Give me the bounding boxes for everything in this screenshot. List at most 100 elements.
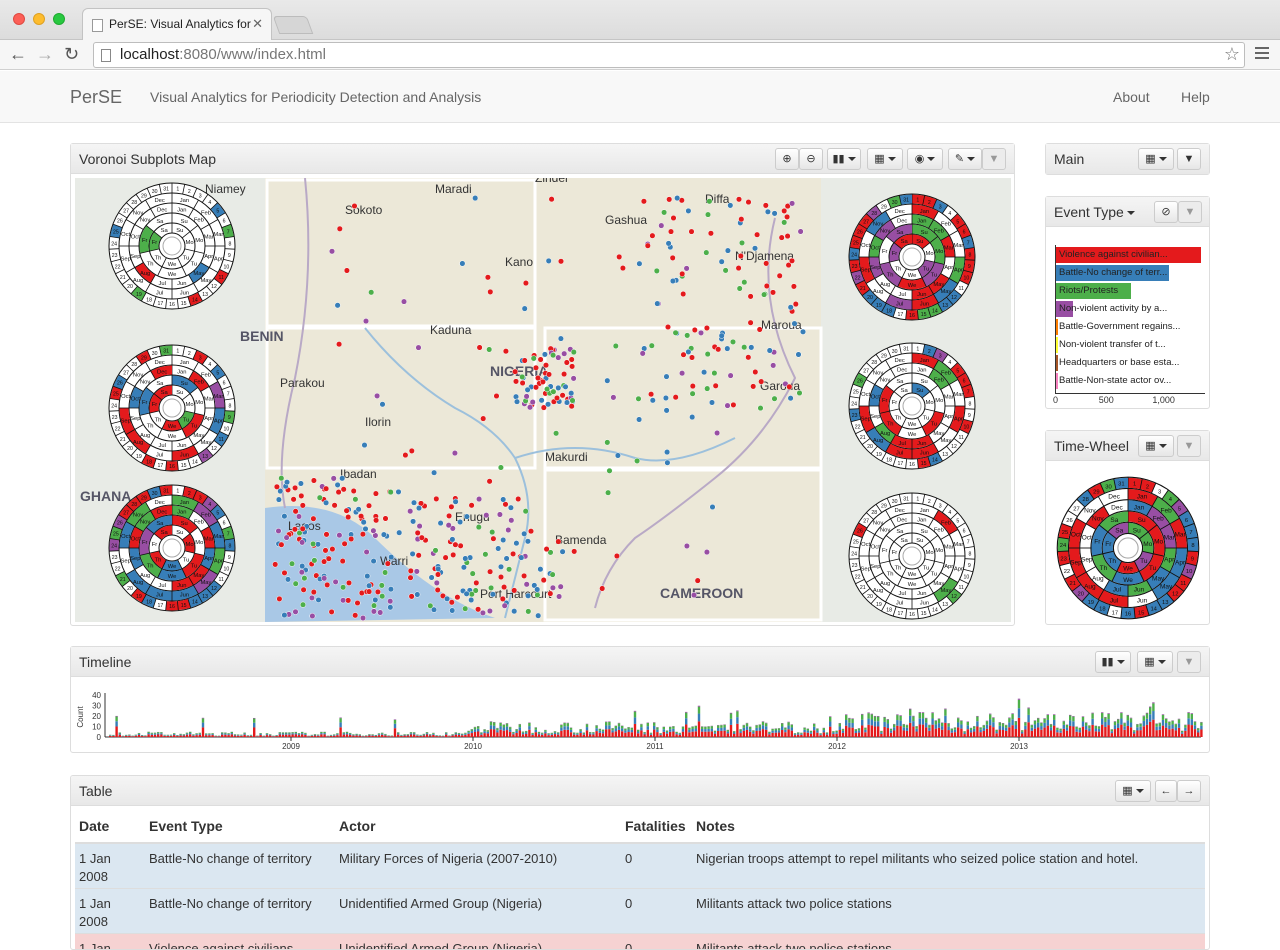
wheel-label: 15 (181, 463, 187, 469)
event-type-filter-button[interactable]: ▼ (1178, 201, 1202, 223)
timeline-bar (1095, 728, 1097, 731)
event-dot (461, 565, 467, 571)
address-bar[interactable]: localhost:8080/www/index.html ☆ (93, 42, 1245, 68)
event-type-label[interactable]: Non-violent activity by a... (1059, 303, 1167, 314)
timeline-bar (704, 729, 706, 732)
event-type-label[interactable]: Riots/Protests (1059, 285, 1118, 296)
timewheel-calendar-button[interactable]: ▦ (1138, 435, 1174, 457)
event-type-bar[interactable] (1056, 337, 1058, 353)
table-row[interactable]: 1 Jan Violence against civilians Unident… (75, 934, 1205, 950)
wheel-divider (225, 249, 235, 250)
timeline-bar (675, 732, 677, 733)
event-dot (725, 346, 731, 352)
main-filter-button[interactable]: ▼ (1177, 148, 1201, 170)
voronoi-map[interactable]: MaradiZinderDiffaSokotoGashuaKanoN'Djame… (75, 178, 1011, 622)
event-type-bar-chart[interactable]: Violence against civilian... Battle-No ch… (1046, 227, 1209, 407)
timeline-filter-button[interactable]: ▼ (1177, 651, 1201, 673)
timeline-bar (640, 724, 642, 727)
event-dot (641, 199, 647, 205)
timeline-bar (240, 736, 242, 737)
timeline-chart[interactable]: 403020100Count20092010201120122013 (73, 679, 1209, 751)
timeline-bar (179, 735, 181, 737)
forward-icon[interactable]: → (36, 44, 54, 64)
reload-icon[interactable]: ↻ (64, 44, 79, 64)
map-time-wheel[interactable]: SuMoTuWeThFrSaSuMoTuWeThFrSaJanFebMarApr… (107, 181, 237, 311)
clear-filter-button[interactable]: ⊘ (1154, 201, 1178, 223)
timeline-bar (259, 733, 261, 734)
table-row[interactable]: 1 Jan 2008 Battle-No change of territory… (75, 889, 1205, 934)
timewheel-filter-button[interactable]: ▼ (1177, 435, 1201, 457)
event-dot (725, 403, 731, 409)
timeline-bar (1133, 730, 1135, 732)
timeline-chart-button[interactable]: ▮▮ (1095, 651, 1131, 673)
col-notes[interactable]: Notes (692, 812, 1205, 843)
event-dot (551, 389, 557, 395)
back-icon[interactable]: ← (9, 44, 27, 64)
event-type-bar[interactable] (1056, 373, 1058, 389)
timeline-bar (1018, 699, 1020, 700)
timeline-bar (823, 728, 825, 730)
timeline-bar (135, 735, 137, 736)
previous-page-button[interactable]: ← (1155, 780, 1177, 802)
timeline-bar (1159, 723, 1161, 726)
timeline-bar (851, 719, 853, 723)
zoom-in-button[interactable]: ⊕ (775, 148, 799, 170)
wheel-label: 29 (881, 503, 887, 509)
event-dot (671, 215, 677, 221)
calendar-options-button[interactable]: ▦ (867, 148, 903, 170)
wheel-label: 30 (892, 499, 898, 505)
draw-options-button[interactable]: ✎ (948, 148, 982, 170)
browser-tab[interactable]: PerSE: Visual Analytics for ✕ (82, 8, 272, 40)
map-time-wheel[interactable]: SuMoTuWeThFrSaSuMoTuWeThFrSaJanFebMarApr… (107, 343, 237, 473)
table-row[interactable]: 1 Jan 2008 Battle-No change of territory… (75, 843, 1205, 889)
main-calendar-button[interactable]: ▦ (1138, 148, 1174, 170)
event-type-label[interactable]: Battle-Government regains... (1059, 321, 1180, 332)
event-type-bar[interactable] (1056, 319, 1058, 335)
table-calendar-button[interactable]: ▦ (1115, 780, 1151, 802)
timeline-bar (570, 730, 572, 732)
event-type-bar[interactable] (1056, 355, 1058, 371)
event-type-label[interactable]: Battle-No change of terr... (1059, 267, 1167, 278)
map-time-wheel[interactable]: SuMoTuWeThFrSaSuMoTuWeThFrSaJanFebMarApr… (107, 483, 237, 613)
timeline-bar (618, 730, 620, 737)
event-type-label[interactable]: Headquarters or base esta... (1059, 357, 1179, 368)
event-dot (449, 504, 455, 510)
filter-button[interactable]: ▼ (982, 148, 1006, 170)
map-time-wheel[interactable]: SuMoTuWeThFrSaSuMoTuWeThFrSaJanFebMarApr… (847, 491, 977, 621)
bookmark-star-icon[interactable]: ☆ (1224, 44, 1240, 65)
timeline-bar (151, 735, 153, 737)
target-options-button[interactable]: ◉ (907, 148, 943, 170)
close-tab-icon[interactable]: ✕ (252, 16, 263, 32)
maximize-window-button[interactable] (53, 13, 65, 25)
time-wheel[interactable]: SuMoTuWeThFrSaSuMoTuWeThFrSaJanFebMarApr… (1055, 475, 1201, 621)
event-type-label[interactable]: Battle-Non-state actor ov... (1059, 375, 1171, 386)
timeline-calendar-button[interactable]: ▦ (1137, 651, 1173, 673)
event-dot (274, 484, 280, 490)
col-event-type[interactable]: Event Type (145, 812, 335, 843)
map-time-wheel[interactable]: SuMoTuWeThFrSaSuMoTuWeThFrSaJanFebMarApr… (847, 192, 977, 322)
event-type-label[interactable]: Non-violent transfer of t... (1059, 339, 1166, 350)
col-actor[interactable]: Actor (335, 812, 621, 843)
timeline-bar (746, 723, 748, 726)
brand[interactable]: PerSE (70, 87, 122, 108)
zoom-out-button[interactable]: ⊖ (799, 148, 823, 170)
wheel-label: 9 (228, 415, 231, 421)
close-window-button[interactable] (13, 13, 25, 25)
col-fatalities[interactable]: Fatalities (621, 812, 692, 843)
minimize-window-button[interactable] (33, 13, 45, 25)
wheel-label: 20 (1078, 591, 1085, 597)
wheel-label: Fr (152, 542, 158, 548)
next-page-button[interactable]: → (1177, 780, 1201, 802)
col-date[interactable]: Date (75, 812, 145, 843)
chart-options-button[interactable]: ▮▮ (827, 148, 861, 170)
new-tab-button[interactable] (273, 16, 314, 34)
event-type-label[interactable]: Violence against civilian... (1059, 249, 1168, 260)
timeline-bar (285, 735, 287, 737)
about-link[interactable]: About (1113, 89, 1150, 105)
timeline-bar (1149, 722, 1151, 737)
help-link[interactable]: Help (1181, 89, 1210, 105)
event-type-dropdown[interactable]: Event Type (1054, 204, 1135, 220)
map-time-wheel[interactable]: SuMoTuWeThFrSaSuMoTuWeThFrSaJanFebMarApr… (847, 341, 977, 471)
browser-menu-icon[interactable] (1255, 47, 1269, 62)
timeline-year-label: 2012 (828, 742, 846, 751)
